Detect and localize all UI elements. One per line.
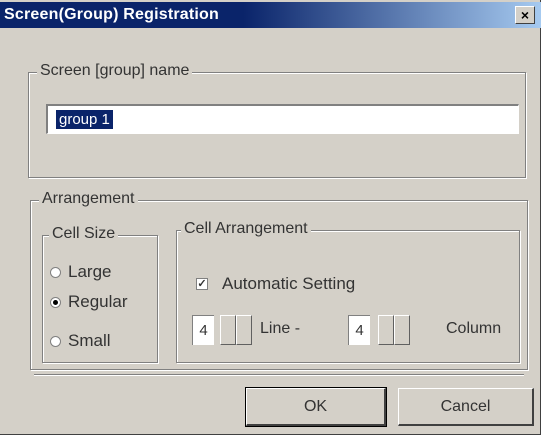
radio-regular[interactable]: Regular (50, 292, 128, 312)
cell-arrangement-legend: Cell Arrangement (181, 220, 311, 238)
radio-small[interactable]: Small (50, 331, 111, 351)
column-value-field[interactable]: 4 (348, 315, 370, 345)
arrangement-legend: Arrangement (39, 190, 138, 208)
radio-large-label: Large (68, 262, 112, 281)
automatic-setting-checkbox[interactable]: ✓ (196, 278, 208, 290)
line-spin-down-button[interactable] (236, 315, 252, 345)
line-spin-up-button[interactable] (220, 315, 236, 345)
cancel-button-label: Cancel (440, 397, 491, 415)
title-bar[interactable]: Screen(Group) Registration × (0, 2, 541, 28)
radio-small-circle[interactable] (50, 335, 61, 347)
screen-group-name-legend: Screen [group] name (37, 62, 193, 80)
ok-button-label: OK (303, 397, 328, 415)
column-label: Column (446, 320, 502, 337)
radio-small-label: Small (68, 331, 111, 350)
radio-regular-label: Regular (68, 292, 128, 311)
column-spin-down-button[interactable] (394, 315, 410, 345)
ok-button[interactable]: OK (245, 387, 387, 427)
cancel-button[interactable]: Cancel (398, 388, 534, 426)
radio-large[interactable]: Large (50, 262, 111, 282)
radio-large-circle[interactable] (50, 266, 61, 278)
close-icon: × (520, 7, 530, 23)
group-name-input[interactable]: group 1 (46, 104, 519, 134)
line-label: Line - (260, 320, 301, 337)
column-spin-up-button[interactable] (378, 315, 394, 345)
line-value-field[interactable]: 4 (192, 315, 214, 345)
group-name-value: group 1 (56, 110, 113, 129)
button-separator (34, 374, 524, 376)
window-title: Screen(Group) Registration (4, 6, 220, 23)
automatic-setting-label: Automatic Setting (222, 274, 356, 293)
close-button[interactable]: × (515, 6, 535, 24)
radio-regular-circle[interactable] (50, 296, 61, 308)
registration-dialog: Screen(Group) Registration × Screen [gro… (0, 0, 541, 435)
automatic-setting-checkbox-row[interactable]: ✓ Automatic Setting (196, 274, 355, 294)
cell-size-legend: Cell Size (49, 225, 119, 243)
